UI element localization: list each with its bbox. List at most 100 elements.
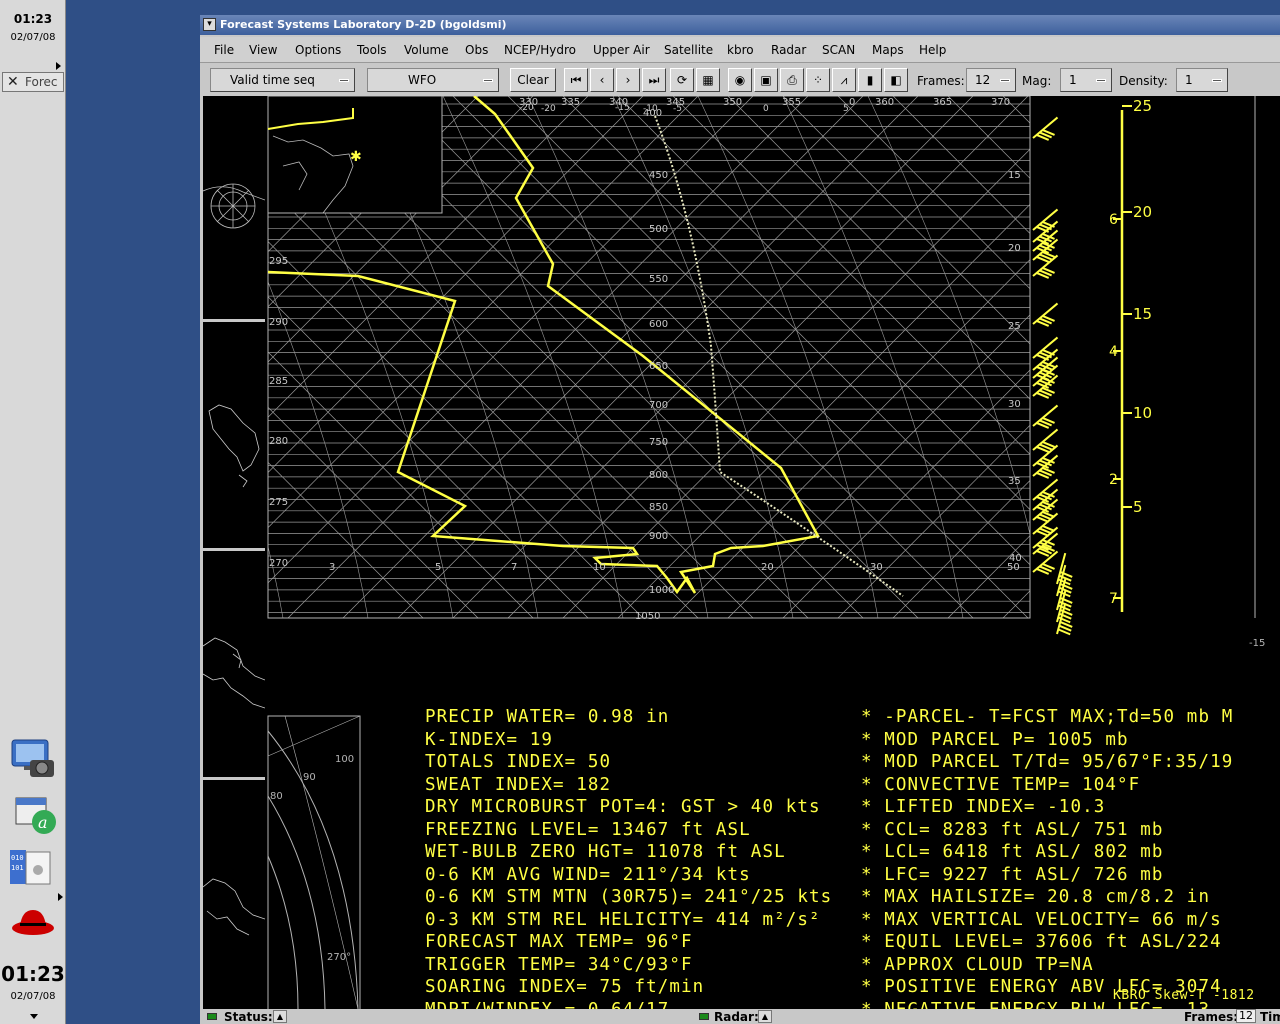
index-line: 0-6 KM AVG WIND= 211°/34 kts	[425, 864, 751, 885]
taskbar-button-forecast[interactable]: ✕ Forec	[2, 72, 64, 92]
isotherm-label: 30	[1008, 399, 1021, 410]
mag-dropdown[interactable]: 1	[1060, 68, 1112, 92]
screenshot-camera-icon[interactable]	[10, 738, 56, 780]
parcel-line: * APPROX CLOUD TP=NA	[861, 954, 1094, 975]
window-titlebar[interactable]: ▾ Forecast Systems Laboratory D-2D (bgol…	[200, 15, 1280, 35]
menu-bar: File View Options Tools Volume Obs NCEP/…	[200, 37, 1280, 63]
menu-ncep-hydro[interactable]: NCEP/Hydro	[504, 43, 576, 57]
temp-label: -20	[541, 104, 556, 114]
theta-left-label: 280	[269, 436, 288, 447]
dropdown-arrow-icon	[1212, 79, 1222, 82]
office-app-icon[interactable]: 010 101	[8, 846, 54, 888]
status-expand-icon[interactable]: ▲	[273, 1010, 287, 1023]
parcel-line: * LFC= 9227 ft ASL/ 726 mb	[861, 864, 1164, 885]
baseline-icon[interactable]: ⩘	[832, 68, 856, 92]
scale-value: WFO	[408, 73, 437, 87]
index-line: PRECIP WATER= 0.98 in	[425, 707, 670, 727]
time-mode-value: Valid time seq	[230, 73, 315, 87]
parcel-line: * LCL= 6418 ft ASL/ 802 mb	[861, 842, 1164, 862]
side-panel-label: -15	[1249, 638, 1265, 649]
height-km-label: 20	[1133, 203, 1152, 221]
print-icon[interactable]: ⎙	[780, 68, 804, 92]
panel-collapse-icon[interactable]	[30, 1014, 38, 1019]
temp-label: 5	[843, 104, 849, 114]
index-line: 0-6 KM STM MTN (30R75)= 241°/25 kts	[425, 887, 833, 907]
first-frame-icon[interactable]: ⏮	[564, 68, 588, 92]
loop-icon[interactable]: ⟳	[670, 68, 694, 92]
index-line: FORECAST MAX TEMP= 96°F	[425, 932, 693, 952]
menu-help[interactable]: Help	[919, 43, 946, 57]
last-frame-icon[interactable]: ⏭	[642, 68, 666, 92]
status-label: Status:	[224, 1010, 273, 1024]
temp-label: -10	[643, 104, 658, 114]
mixing-ratio-label: 20	[761, 562, 774, 573]
zoom-icon[interactable]: ◉	[728, 68, 752, 92]
clear-button[interactable]: Clear	[510, 68, 556, 92]
mixing-ratio-label: 3	[329, 562, 335, 573]
hodo-label: 90	[303, 772, 316, 783]
parcel-line: * MAX VERTICAL VELOCITY= 66 m/s	[861, 909, 1222, 930]
next-frame-icon[interactable]: ›	[616, 68, 640, 92]
svg-text:101: 101	[11, 864, 24, 872]
status-frames-label: Frames:	[1184, 1010, 1239, 1024]
toolbar: Valid time seq WFO Clear ⏮ ‹ › ⏭ ⟳ ▦ ◉ ▣…	[200, 64, 1280, 96]
menu-maps[interactable]: Maps	[872, 43, 904, 57]
prev-frame-icon[interactable]: ‹	[590, 68, 614, 92]
color-table-icon[interactable]: ▣	[754, 68, 778, 92]
dropdown-arrow-icon	[339, 79, 349, 82]
redhat-menu-icon[interactable]	[10, 904, 56, 938]
parcel-line: * CCL= 8283 ft ASL/ 751 mb	[861, 819, 1164, 840]
time-mode-dropdown[interactable]: Valid time seq	[210, 68, 355, 92]
svg-text:010: 010	[11, 854, 24, 862]
parcel-line: * MOD PARCEL T/Td= 95/67°F:35/19	[861, 752, 1234, 772]
menu-scan[interactable]: SCAN	[822, 43, 855, 57]
panel-date-top: 02/07/08	[10, 32, 56, 43]
svg-text:a: a	[38, 813, 48, 832]
parcel-line: * MAX HAILSIZE= 20.8 cm/8.2 in	[861, 887, 1211, 907]
density-dropdown[interactable]: 1	[1176, 68, 1228, 92]
panel-arrow-icon[interactable]	[56, 62, 61, 70]
points-icon[interactable]: ⁘	[806, 68, 830, 92]
mark-label: -20	[519, 103, 534, 113]
menu-kbro[interactable]: kbro	[727, 43, 754, 57]
menu-obs[interactable]: Obs	[465, 43, 488, 57]
theta-left-label: 285	[269, 376, 288, 387]
menu-tools[interactable]: Tools	[357, 43, 387, 57]
theta-label: 0	[849, 97, 855, 108]
window-menu-icon[interactable]: ▾	[203, 18, 216, 31]
menu-file[interactable]: File	[214, 43, 234, 57]
index-line: 0-3 KM STM REL HELICITY= 414 m²/s²	[425, 909, 821, 930]
calendar-app-icon[interactable]: a	[12, 794, 56, 836]
frames-label: Frames:	[917, 74, 965, 88]
theta-left-label: 290	[269, 317, 288, 328]
radar-expand-icon[interactable]: ▲	[758, 1010, 772, 1023]
inset-map: ✱	[267, 96, 443, 214]
menu-upper-air[interactable]: Upper Air	[593, 43, 650, 57]
parcel-line: * LIFTED INDEX= -10.3	[861, 797, 1106, 817]
status-led-icon	[207, 1013, 217, 1020]
menu-satellite[interactable]: Satellite	[664, 43, 713, 57]
menu-radar[interactable]: Radar	[771, 43, 806, 57]
height-kft-label: 7	[1109, 591, 1118, 607]
window-title: Forecast Systems Laboratory D-2D (bgolds…	[220, 18, 507, 31]
single-panel-icon[interactable]: ▮	[858, 68, 882, 92]
index-line: K-INDEX= 19	[425, 729, 553, 750]
mixing-ratio-label: 5	[435, 562, 441, 573]
menu-options[interactable]: Options	[295, 43, 341, 57]
isotherm-label: 25	[1008, 321, 1021, 332]
temp-label: -15	[615, 103, 630, 113]
frames-dropdown[interactable]: 12	[966, 68, 1016, 92]
menu-view[interactable]: View	[249, 43, 277, 57]
index-line: MDPI/WINDEX = 0.64/17	[425, 1000, 669, 1010]
four-panel-icon[interactable]: ◧	[884, 68, 908, 92]
image-properties-icon[interactable]: ▦	[696, 68, 720, 92]
desktop-panel: 01:23 02/07/08 ✕ Forec a 010 101 01:23 02…	[0, 0, 66, 1024]
pressure-label: 650	[649, 361, 668, 372]
svg-text:✱: ✱	[350, 149, 362, 165]
main-display[interactable]: ✱ 100 90 80 270° 25 20 15 10 5 6 4 2 7 -…	[203, 96, 1280, 1009]
panel-expand-icon[interactable]	[58, 893, 63, 901]
scale-dropdown[interactable]: WFO	[367, 68, 499, 92]
sounding-indices: PRECIP WATER= 0.98 in K-INDEX= 19 TOTALS I…	[203, 96, 1254, 1009]
menu-volume[interactable]: Volume	[404, 43, 449, 57]
taskbar-button-label: Forec	[25, 75, 58, 89]
